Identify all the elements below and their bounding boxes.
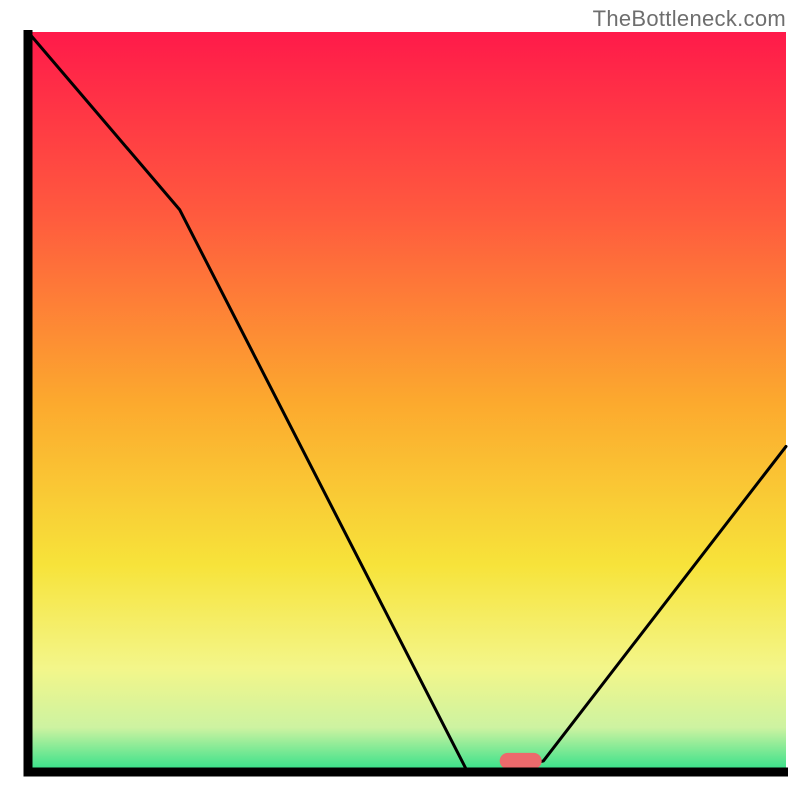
- optimal-marker: [500, 753, 542, 769]
- chart-container: TheBottleneck.com: [0, 0, 800, 800]
- watermark-text: TheBottleneck.com: [593, 6, 786, 32]
- plot-background: [28, 32, 786, 772]
- bottleneck-chart: [0, 0, 800, 800]
